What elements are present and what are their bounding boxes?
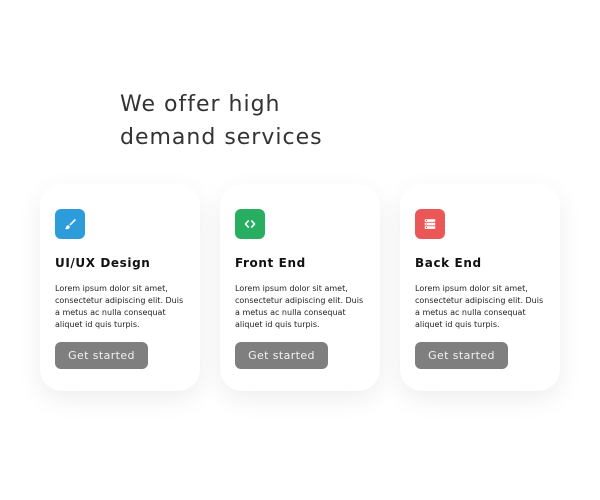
service-card-front-end: Front End Lorem ipsum dolor sit amet, co…: [220, 184, 380, 391]
service-card-uiux: UI/UX Design Lorem ipsum dolor sit amet,…: [40, 184, 200, 391]
page-title: We offer high demand services: [120, 88, 323, 154]
service-title: Back End: [415, 256, 482, 270]
server-icon: [415, 209, 445, 239]
service-title: UI/UX Design: [55, 256, 151, 270]
title-line-2: demand services: [120, 125, 323, 150]
service-description: Lorem ipsum dolor sit amet, consectetur …: [235, 284, 364, 329]
title-line-1: We offer high: [120, 92, 281, 117]
get-started-button[interactable]: Get started: [415, 342, 508, 369]
service-title: Front End: [235, 256, 306, 270]
brush-icon: [55, 209, 85, 239]
code-icon: [235, 209, 265, 239]
service-description: Lorem ipsum dolor sit amet, consectetur …: [415, 284, 544, 329]
service-cards: UI/UX Design Lorem ipsum dolor sit amet,…: [40, 184, 560, 391]
get-started-button[interactable]: Get started: [235, 342, 328, 369]
get-started-button[interactable]: Get started: [55, 342, 148, 369]
service-card-back-end: Back End Lorem ipsum dolor sit amet, con…: [400, 184, 560, 391]
service-description: Lorem ipsum dolor sit amet, consectetur …: [55, 284, 184, 329]
